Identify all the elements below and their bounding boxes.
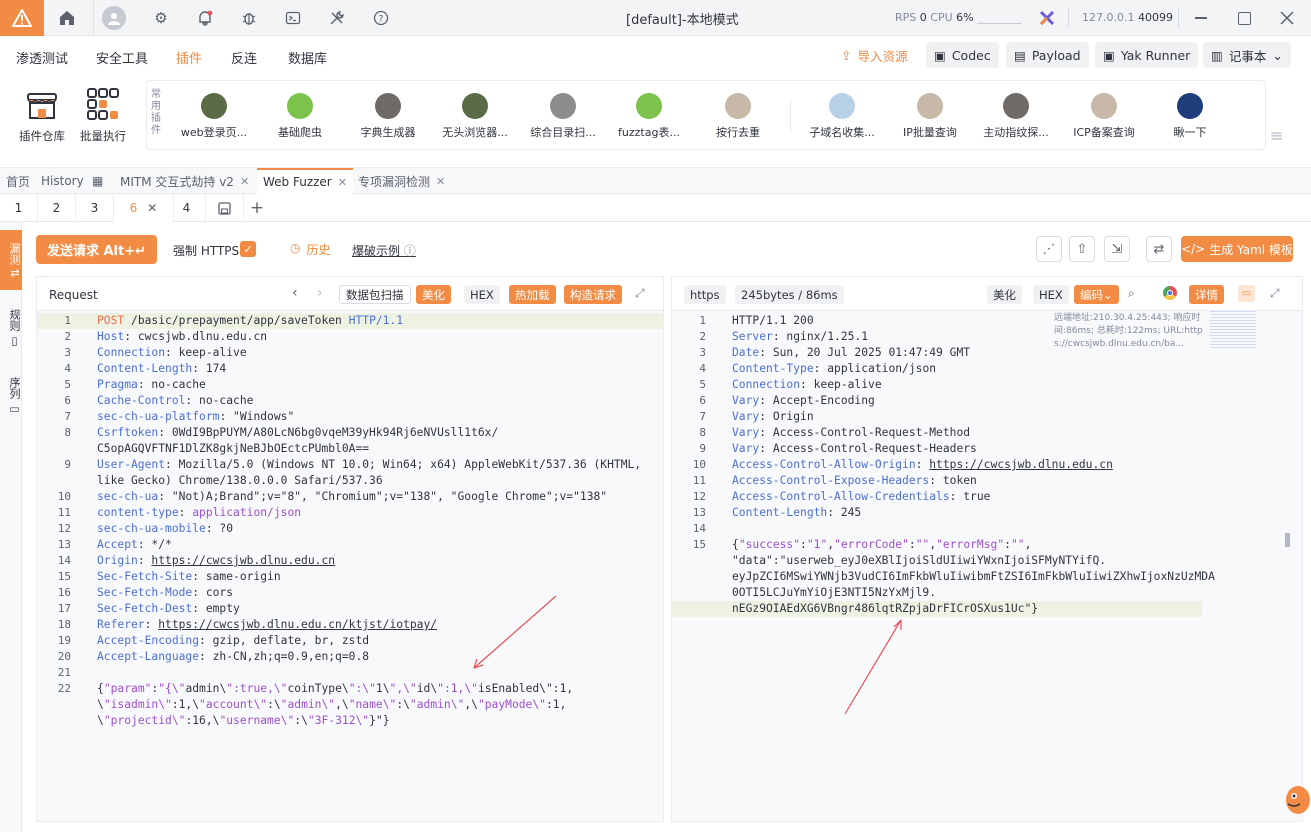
annotation-arrows (473, 595, 902, 715)
mascot-icon[interactable] (1280, 778, 1310, 818)
arrow-to-response-body (844, 619, 902, 715)
arrow-to-request-body (473, 595, 557, 669)
